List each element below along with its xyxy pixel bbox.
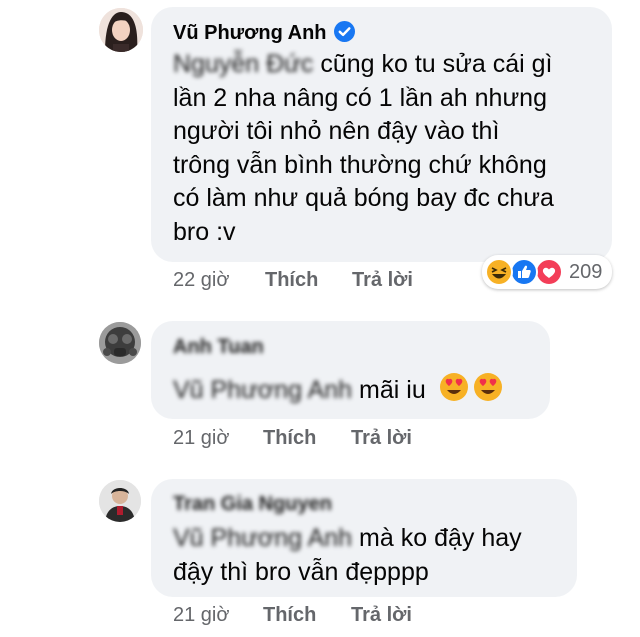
- mention-tag[interactable]: Vũ Phương Anh: [173, 376, 352, 404]
- comment-actions: 22 giờ Thích Trả lời: [173, 269, 473, 295]
- like-button[interactable]: Thích: [265, 269, 318, 292]
- haha-icon: [485, 258, 513, 286]
- timestamp[interactable]: 21 giờ: [173, 427, 229, 450]
- comment-text: Nguyễn Đức cũng ko tu sửa cái gì lần 2 n…: [173, 48, 554, 249]
- reply-button[interactable]: Trả lời: [352, 269, 413, 292]
- comment-line: Nguyễn Đức cũng ko tu sửa cái gì: [173, 48, 554, 82]
- timestamp[interactable]: 22 giờ: [173, 269, 229, 292]
- comment-text: Vũ Phương Anh mà ko đậy hay đậy thì bro …: [173, 522, 522, 589]
- comment-actions: 21 giờ Thích Trả lời: [173, 604, 473, 630]
- comment-line-text: cũng ko tu sửa cái gì: [313, 50, 553, 78]
- comment-actions: 21 giờ Thích Trả lời: [173, 427, 473, 453]
- avatar[interactable]: [99, 322, 141, 364]
- comment-line: có làm như quả bóng bay đc chưa: [173, 184, 554, 212]
- mention-tag[interactable]: Nguyễn Đức: [173, 50, 313, 78]
- comment-author[interactable]: Vũ Phương Anh: [173, 21, 356, 48]
- comment-line: Vũ Phương Anh mà ko đậy hay: [173, 522, 522, 556]
- heart-eyes-icon: [439, 372, 469, 412]
- mention-tag[interactable]: Vũ Phương Anh: [173, 524, 352, 552]
- comment-line: người tôi nhỏ nên đậy vào thì: [173, 117, 500, 145]
- comment-line-text: mà ko đậy hay: [352, 524, 522, 552]
- comment-line: trông vẫn bình thường chứ không: [173, 150, 547, 179]
- comment-author[interactable]: Tran Gia Nguyen: [173, 493, 332, 516]
- like-icon: [510, 258, 538, 286]
- reactions-summary[interactable]: 209: [482, 255, 612, 289]
- comment-line: bro :v: [173, 217, 236, 246]
- comment-line-text: mãi iu: [352, 376, 426, 404]
- heart-eyes-icon: [473, 372, 503, 412]
- reply-button[interactable]: Trả lời: [351, 604, 412, 627]
- verified-badge-icon: [334, 21, 356, 48]
- like-button[interactable]: Thích: [263, 604, 316, 627]
- avatar[interactable]: [99, 480, 141, 522]
- timestamp[interactable]: 21 giờ: [173, 604, 229, 627]
- comment-line: đậy thì bro vẫn đẹpppp: [173, 557, 429, 586]
- comment-line: lần 2 nha nâng có 1 lần ah nhưng: [173, 83, 547, 112]
- author-name[interactable]: Vũ Phương Anh: [173, 22, 327, 44]
- reaction-count: 209: [569, 261, 603, 283]
- love-icon: [535, 258, 563, 286]
- avatar[interactable]: [99, 8, 143, 52]
- comment-line: Vũ Phương Anh mãi iu: [173, 372, 503, 412]
- like-button[interactable]: Thích: [263, 427, 316, 450]
- reply-button[interactable]: Trả lời: [351, 427, 412, 450]
- comment-text: Vũ Phương Anh mãi iu: [173, 372, 503, 412]
- comment-author[interactable]: Anh Tuan: [173, 336, 264, 359]
